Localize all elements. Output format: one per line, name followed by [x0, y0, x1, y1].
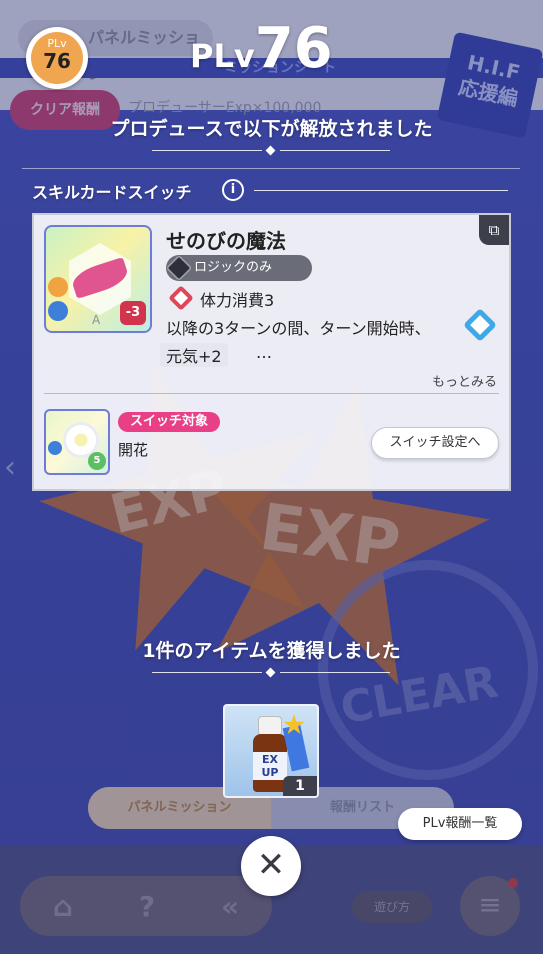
- skill-card-art[interactable]: A -3: [44, 225, 152, 333]
- card-art-plan-icon: [48, 277, 68, 297]
- plv-title-value: 76: [254, 16, 333, 81]
- close-button[interactable]: ✕: [241, 836, 301, 896]
- item-count: 1: [283, 776, 317, 796]
- item-divider-left: [152, 672, 262, 673]
- more-link[interactable]: もっとみる: [432, 371, 497, 390]
- title-divider-right: [280, 150, 390, 151]
- card-detail-icon[interactable]: ⧉: [479, 215, 509, 245]
- item-tile[interactable]: EX UP 1: [223, 704, 319, 798]
- card2-cost: 5: [88, 452, 106, 470]
- section-label-skill-card-switch: スキルカードスイッチ: [32, 183, 192, 202]
- plv-badge: PLv 76: [26, 27, 88, 89]
- effect-text-line1: 以降の3ターンの間、ターン開始時、: [166, 319, 431, 338]
- item-acquired-title: 1件のアイテムを獲得しました: [142, 640, 401, 662]
- stamina-cost-icon: [168, 285, 194, 311]
- skill-card-panel: ⧉ A -3 せのびの魔法 ロジックのみ 体力消費3 以降の3ターンの間、ターン…: [32, 213, 511, 491]
- bottle-label: EX UP: [253, 752, 287, 780]
- plv-badge-inner: PLv 76: [31, 32, 83, 84]
- switch-target-badge: スイッチ対象: [118, 412, 221, 432]
- bottle-cap: [258, 716, 282, 736]
- info-icon[interactable]: i: [222, 179, 244, 201]
- plv-badge-value: 76: [43, 49, 71, 73]
- switch-target-card-art[interactable]: 5: [44, 409, 110, 475]
- card2-flower: [66, 425, 96, 455]
- plv-title: PLv76: [190, 16, 333, 86]
- stamina-cost-text: 体力消費3: [200, 291, 275, 310]
- section-line-top: [22, 168, 520, 169]
- card2-timing-icon: [48, 441, 62, 455]
- card-art-timing-icon: [48, 301, 68, 321]
- unlock-title: プロデュースで以下が解放されました: [110, 118, 433, 140]
- card-art-cost: -3: [120, 301, 146, 325]
- switch-target-name: 開花: [118, 441, 149, 459]
- item-divider-right: [280, 672, 390, 673]
- plv-reward-list-button[interactable]: PLv報酬一覧: [398, 808, 522, 840]
- plv-title-label: PLv: [190, 37, 255, 75]
- effect-text-line2: 元気+2: [160, 343, 228, 367]
- section-line-right: [254, 190, 508, 191]
- panel-divider: [44, 393, 499, 394]
- plv-badge-label: PLv: [47, 37, 67, 50]
- effect-ellipsis: …: [256, 343, 272, 362]
- card-art-grade: A: [92, 313, 101, 327]
- skill-card-name: せのびの魔法: [166, 229, 286, 253]
- title-divider-left: [152, 150, 262, 151]
- genki-effect-icon: [463, 308, 497, 342]
- switch-settings-button[interactable]: スイッチ設定へ: [371, 427, 499, 459]
